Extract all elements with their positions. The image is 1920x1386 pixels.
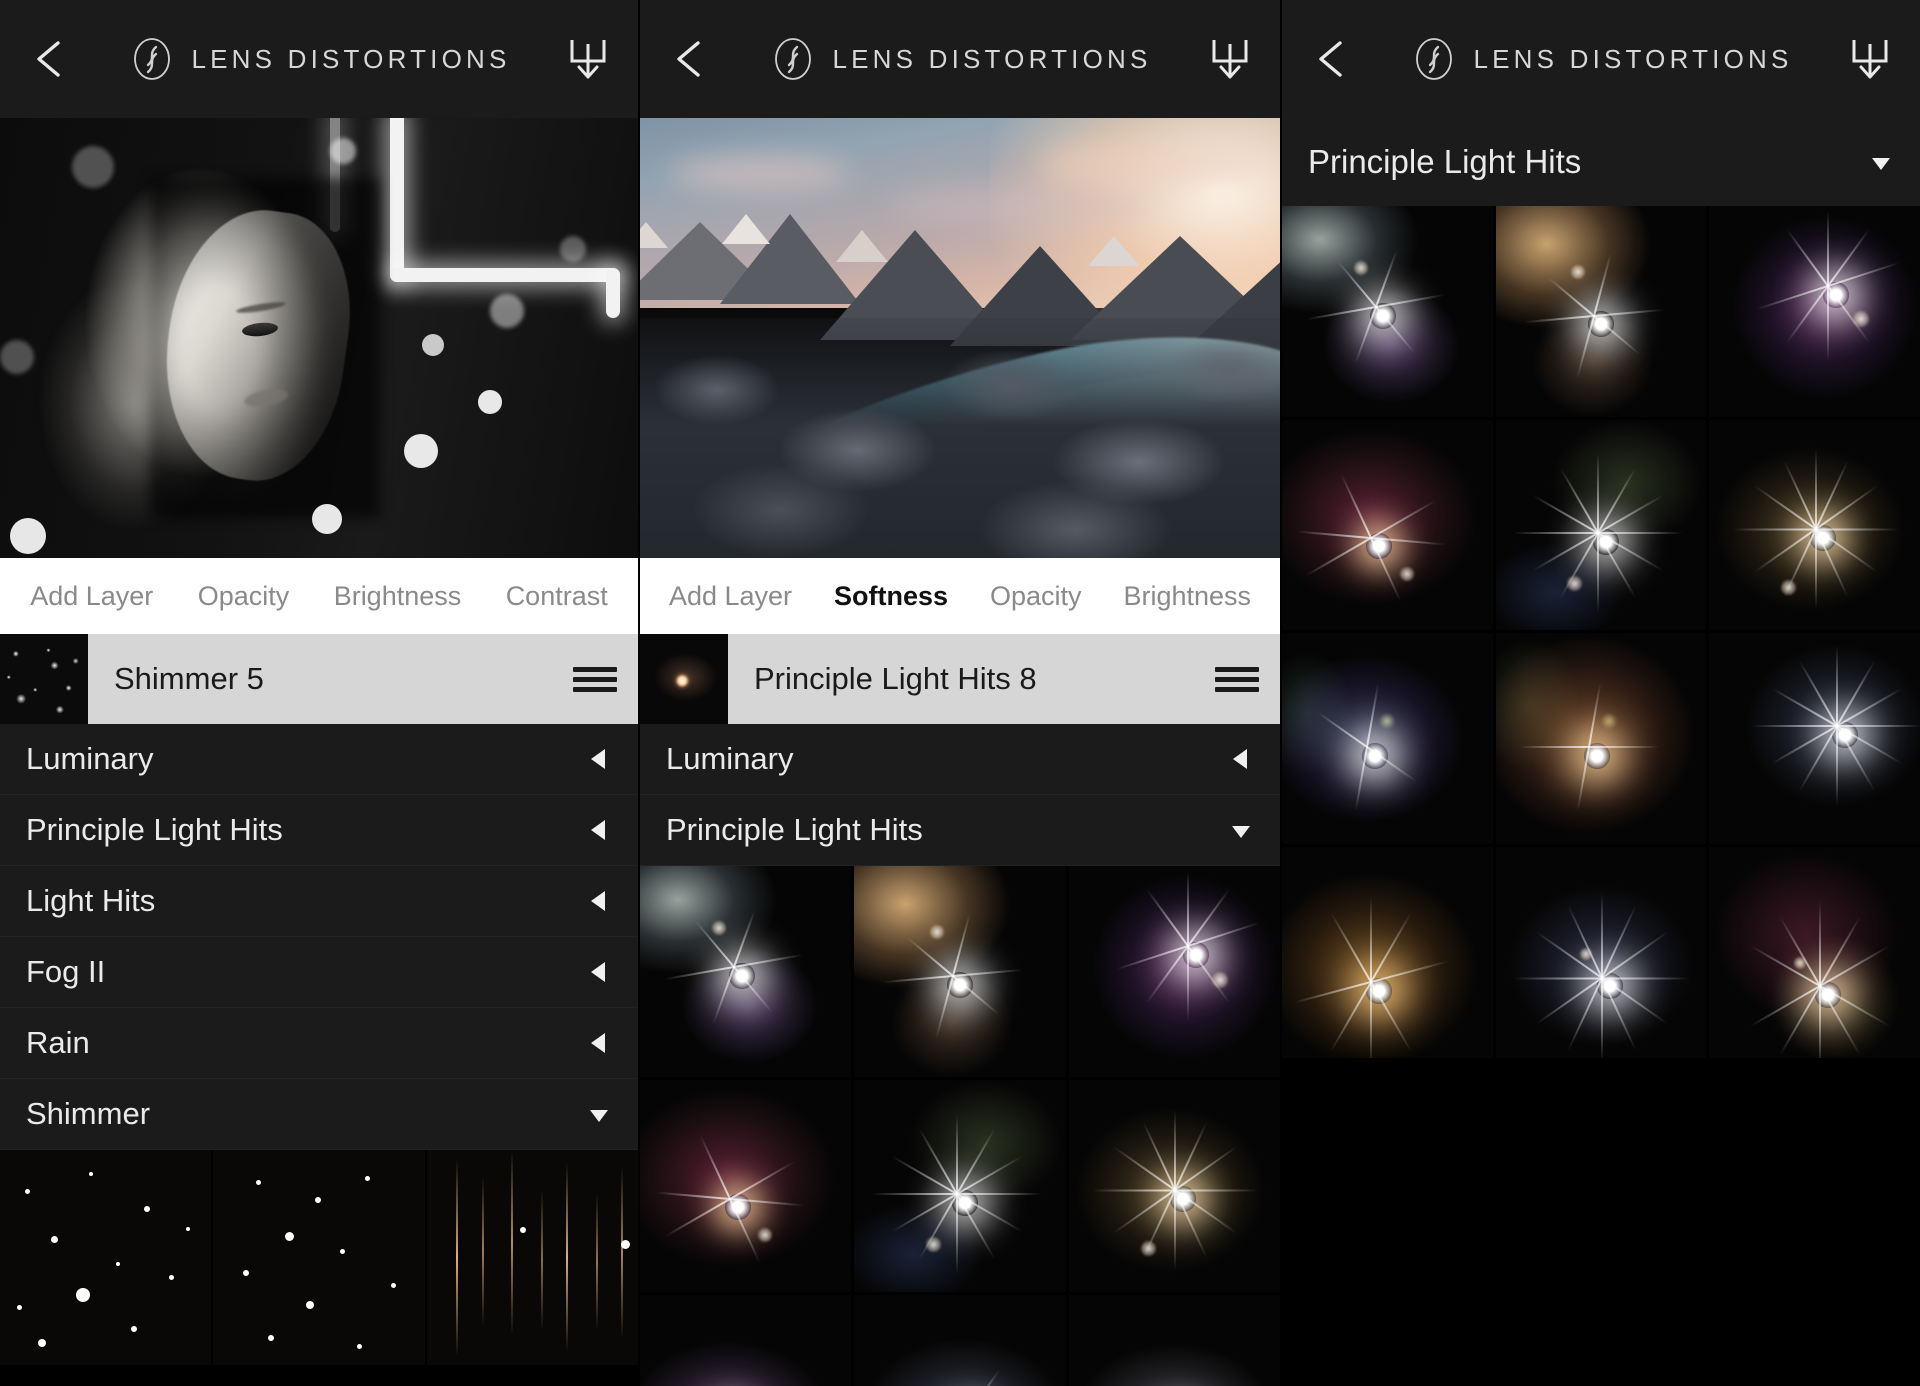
menu-item-fog-ii[interactable]: Fog II [0, 937, 638, 1008]
flare-thumbnail[interactable] [640, 1294, 852, 1386]
chevron-left-icon [586, 1030, 612, 1056]
flare-thumbnail[interactable] [1709, 633, 1920, 845]
flare-thumbnail[interactable] [1282, 419, 1493, 631]
download-icon[interactable] [1848, 36, 1892, 82]
menu-item-shimmer[interactable]: Shimmer [0, 1079, 638, 1150]
chevron-left-icon [586, 746, 612, 772]
back-chevron-icon[interactable] [28, 36, 74, 82]
chevron-down-icon [1228, 817, 1254, 843]
adjust-toolbar-panel-2: Add Layer Softness Opacity Brightness [640, 558, 1280, 634]
top-bar-panel-3: LENS DISTORTIONS [1282, 0, 1920, 118]
flare-thumbnail[interactable] [640, 866, 852, 1078]
chevron-down-icon [1868, 149, 1894, 175]
flare-thumbnail[interactable] [1068, 1080, 1280, 1292]
menu-item-label: Rain [26, 1025, 90, 1060]
flare-thumbnail[interactable] [1068, 1294, 1280, 1386]
adjust-brightness[interactable]: Brightness [334, 581, 462, 612]
brand-lockup: LENS DISTORTIONS [1356, 36, 1848, 82]
flare-thumbnail[interactable] [854, 1294, 1066, 1386]
flare-thumbnail[interactable] [1282, 206, 1493, 417]
adjust-opacity[interactable]: Opacity [198, 581, 290, 612]
shimmer-thumbnail[interactable] [213, 1150, 425, 1365]
flare-thumbnail[interactable] [1282, 847, 1493, 1058]
back-chevron-icon[interactable] [668, 36, 714, 82]
effect-category-menu-panel-2: Luminary Principle Light Hits [640, 724, 1280, 866]
brand-title: LENS DISTORTIONS [832, 43, 1152, 74]
panel-shimmer: LENS DISTORTIONS Add Layer Opacity Brigh… [0, 0, 638, 1386]
chevron-down-icon [586, 1101, 612, 1127]
layer-thumbnail [0, 634, 88, 724]
adjust-toolbar-panel-1: Add Layer Opacity Brightness Contrast [0, 558, 638, 634]
flare-thumbnail[interactable] [1709, 419, 1920, 631]
menu-item-principle-light-hits[interactable]: Principle Light Hits [640, 795, 1280, 866]
back-chevron-icon[interactable] [1310, 36, 1356, 82]
layer-row-shimmer[interactable]: Shimmer 5 [0, 634, 638, 724]
flare-thumbnail[interactable] [1495, 419, 1707, 631]
chevron-left-icon [586, 888, 612, 914]
flare-thumbnail[interactable] [640, 1080, 852, 1292]
menu-item-label: Principle Light Hits [666, 812, 923, 847]
category-dropdown-principle-light-hits[interactable]: Principle Light Hits [1282, 118, 1920, 206]
menu-item-label: Principle Light Hits [26, 812, 283, 847]
menu-item-light-hits[interactable]: Light Hits [0, 866, 638, 937]
download-icon[interactable] [1208, 36, 1252, 82]
layer-thumbnail [640, 634, 728, 724]
top-bar-panel-2: LENS DISTORTIONS [640, 0, 1280, 118]
shimmer-thumbnail-grid [0, 1150, 638, 1365]
chevron-left-icon [586, 959, 612, 985]
brand-lockup: LENS DISTORTIONS [714, 36, 1208, 82]
effect-category-menu-panel-1: Luminary Principle Light Hits Light Hits… [0, 724, 638, 1150]
panel-grid: LENS DISTORTIONS Principle Light Hits [1282, 0, 1920, 1386]
flare-thumbnail[interactable] [1495, 633, 1707, 845]
lens-distortions-app: LENS DISTORTIONS Add Layer Opacity Brigh… [0, 0, 1920, 1386]
brand-lockup: LENS DISTORTIONS [74, 36, 566, 82]
top-bar-panel-1: LENS DISTORTIONS [0, 0, 638, 118]
adjust-add-layer[interactable]: Add Layer [669, 581, 792, 612]
flare-thumbnail[interactable] [1282, 633, 1493, 844]
adjust-softness[interactable]: Softness [834, 581, 948, 612]
lens-distortions-logo-icon [1411, 36, 1457, 82]
chevron-left-icon [586, 817, 612, 843]
menu-item-label: Luminary [26, 741, 154, 776]
adjust-add-layer[interactable]: Add Layer [30, 581, 153, 612]
lens-distortions-logo-icon [770, 36, 816, 82]
flare-thumbnail[interactable] [1495, 206, 1707, 417]
brand-title: LENS DISTORTIONS [1473, 43, 1793, 74]
menu-item-rain[interactable]: Rain [0, 1008, 638, 1079]
flare-thumbnail[interactable] [1495, 847, 1707, 1058]
hero-image-glacier [640, 118, 1280, 558]
adjust-opacity[interactable]: Opacity [990, 581, 1082, 612]
brand-title: LENS DISTORTIONS [191, 43, 511, 74]
flare-thumbnail[interactable] [1709, 847, 1920, 1058]
menu-item-principle-light-hits[interactable]: Principle Light Hits [0, 795, 638, 866]
layer-name: Principle Light Hits 8 [754, 661, 1037, 696]
menu-item-luminary[interactable]: Luminary [640, 724, 1280, 795]
panel-light-hits: LENS DISTORTIONS Add Layer Softness Opac… [640, 0, 1280, 1386]
shimmer-thumbnail[interactable] [426, 1150, 638, 1365]
category-dropdown-label: Principle Light Hits [1308, 143, 1582, 180]
layer-name: Shimmer 5 [114, 661, 264, 696]
chevron-left-icon [1228, 746, 1254, 772]
flare-thumbnail[interactable] [1068, 866, 1280, 1078]
hero-image-portrait [0, 118, 638, 558]
hamburger-drag-handle-icon[interactable] [1194, 634, 1280, 724]
flare-thumbnail[interactable] [854, 1080, 1066, 1292]
flare-thumbnail-grid-panel-3 [1282, 206, 1920, 1058]
menu-item-label: Fog II [26, 954, 106, 989]
adjust-brightness[interactable]: Brightness [1123, 581, 1251, 612]
lens-distortions-logo-icon [129, 36, 175, 82]
flare-thumbnail-grid-panel-2 [640, 866, 1280, 1386]
menu-item-label: Shimmer [26, 1096, 151, 1131]
download-icon[interactable] [566, 36, 610, 82]
menu-item-label: Luminary [666, 741, 794, 776]
flare-thumbnail[interactable] [854, 866, 1066, 1078]
layer-row-light-hits[interactable]: Principle Light Hits 8 [640, 634, 1280, 724]
shimmer-thumbnail[interactable] [0, 1150, 212, 1365]
menu-item-luminary[interactable]: Luminary [0, 724, 638, 795]
hamburger-drag-handle-icon[interactable] [552, 634, 638, 724]
menu-item-label: Light Hits [26, 883, 156, 918]
adjust-contrast[interactable]: Contrast [506, 581, 608, 612]
flare-thumbnail[interactable] [1709, 206, 1920, 417]
